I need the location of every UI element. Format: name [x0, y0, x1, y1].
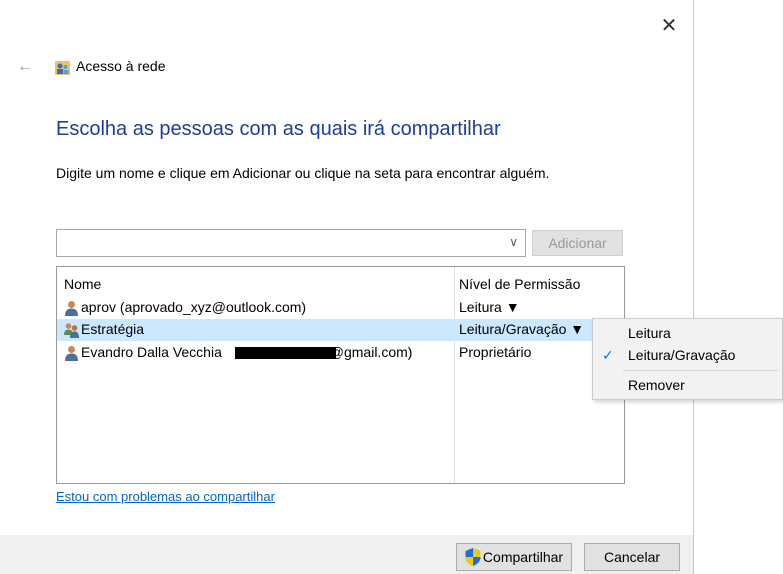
menu-separator	[623, 370, 778, 371]
menu-item-leitura[interactable]: Leitura	[593, 323, 782, 345]
window-title: Acesso à rede	[76, 58, 166, 74]
row-name-prefix: Evandro Dalla Vecchia	[81, 344, 226, 360]
sharing-dialog: ✕ ← Acesso à rede Escolha as pessoas com…	[0, 0, 694, 574]
user-icon	[65, 346, 78, 361]
page-title: Escolha as pessoas com as quais irá comp…	[56, 118, 501, 140]
list-row-estrategia[interactable]: Estratégia Leitura/Gravação ▼	[57, 319, 624, 341]
group-icon	[64, 323, 79, 338]
list-row-evandro[interactable]: Evandro Dalla Vecchia @gmail.com) Propri…	[57, 342, 624, 364]
permission-dropdown[interactable]: Leitura/Gravação ▼	[459, 321, 584, 337]
menu-item-leitura-gravacao[interactable]: ✓ Leitura/Gravação	[593, 345, 782, 367]
permission-dropdown[interactable]: Leitura ▼	[459, 299, 520, 315]
name-input-combobox[interactable]: ∨	[56, 229, 526, 257]
network-sharing-icon	[55, 61, 70, 75]
close-button[interactable]: ✕	[656, 12, 682, 38]
instruction-text: Digite um nome e clique em Adicionar ou …	[56, 165, 550, 181]
list-row-aprov[interactable]: aprov (aprovado_xyz@outlook.com) Leitura…	[57, 297, 624, 319]
column-header-permission[interactable]: Nível de Permissão	[459, 276, 580, 292]
add-button[interactable]: Adicionar	[532, 230, 623, 256]
row-name: aprov (aprovado_xyz@outlook.com)	[81, 299, 307, 315]
row-name: Estratégia	[81, 321, 145, 337]
chevron-down-icon[interactable]: ∨	[509, 235, 518, 249]
row-name-suffix: @gmail.com)	[329, 344, 413, 360]
menu-item-label: Leitura	[628, 325, 671, 341]
share-button[interactable]: Compartilhar	[456, 543, 572, 571]
user-icon	[65, 301, 78, 316]
menu-item-remover[interactable]: Remover	[593, 375, 782, 397]
share-button-label: Compartilhar	[482, 549, 564, 565]
back-arrow-icon[interactable]: ←	[14, 58, 36, 76]
cancel-button[interactable]: Cancelar	[584, 543, 680, 571]
redaction-bar	[235, 347, 336, 359]
trouble-sharing-link[interactable]: Estou com problemas ao compartilhar	[56, 489, 275, 504]
sharing-list: Nome Nível de Permissão aprov (aprovado_…	[56, 266, 625, 484]
uac-shield-icon	[465, 548, 481, 566]
menu-item-label: Leitura/Gravação	[628, 347, 736, 363]
permission-label: Proprietário	[459, 344, 532, 360]
permission-context-menu: Leitura ✓ Leitura/Gravação Remover	[592, 318, 783, 400]
menu-item-label: Remover	[628, 377, 685, 393]
checkmark-icon: ✓	[602, 347, 614, 363]
column-header-name[interactable]: Nome	[64, 276, 101, 292]
